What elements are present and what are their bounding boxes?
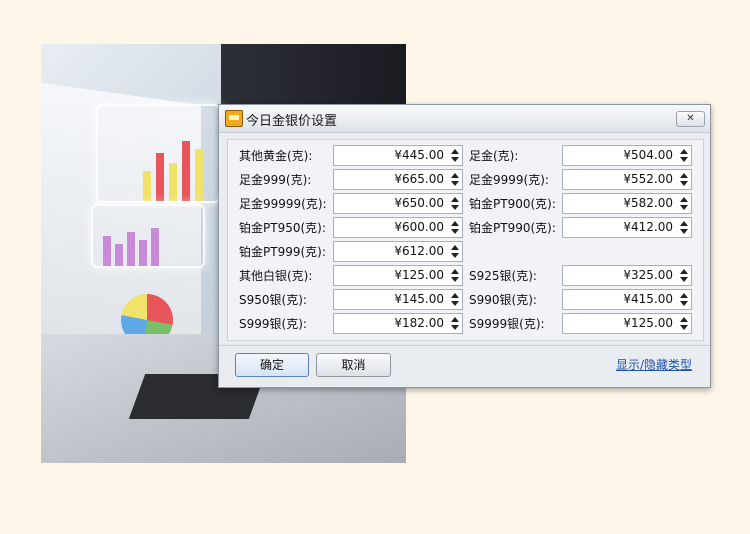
dialog-title: 今日金银价设置	[246, 114, 338, 129]
price-value: ¥125.00	[623, 316, 673, 330]
field-label: 铂金PT900(克):	[469, 197, 556, 211]
price-value: ¥182.00	[394, 316, 444, 330]
price-spinbox[interactable]: ¥415.00	[562, 289, 692, 310]
spin-arrows-icon[interactable]	[450, 243, 460, 260]
price-value: ¥145.00	[394, 292, 444, 306]
spin-arrows-icon[interactable]	[450, 147, 460, 164]
field-label: 其他黄金(克):	[239, 149, 313, 163]
price-spinbox[interactable]: ¥504.00	[562, 145, 692, 166]
spin-arrows-icon[interactable]	[450, 219, 460, 236]
price-spinbox[interactable]: ¥650.00	[333, 193, 463, 214]
spin-arrows-icon[interactable]	[679, 171, 689, 188]
field-label: 铂金PT990(克):	[469, 221, 556, 235]
price-spinbox[interactable]: ¥125.00	[562, 313, 692, 334]
price-spinbox[interactable]: ¥612.00	[333, 241, 463, 262]
spin-arrows-icon[interactable]	[679, 195, 689, 212]
field-label: 足金9999(克):	[469, 173, 549, 187]
price-value: ¥125.00	[394, 268, 444, 282]
spin-arrows-icon[interactable]	[450, 267, 460, 284]
gold-silver-price-dialog: 今日金银价设置 ✕ 其他黄金(克): ¥445.00 足金(克): ¥504.0…	[218, 104, 711, 388]
price-value: ¥612.00	[394, 244, 444, 258]
field-label: S990银(克):	[469, 293, 537, 307]
price-spinbox[interactable]: ¥445.00	[333, 145, 463, 166]
field-label: S950银(克):	[239, 293, 307, 307]
spin-arrows-icon[interactable]	[679, 267, 689, 284]
field-label: 其他白银(克):	[239, 269, 313, 283]
ok-button[interactable]: 确定	[235, 353, 309, 377]
price-spinbox[interactable]: ¥600.00	[333, 217, 463, 238]
price-value: ¥415.00	[623, 292, 673, 306]
price-value: ¥552.00	[623, 172, 673, 186]
price-value: ¥412.00	[623, 220, 673, 234]
price-spinbox[interactable]: ¥582.00	[562, 193, 692, 214]
price-fields-panel: 其他黄金(克): ¥445.00 足金(克): ¥504.00 足金999(克)…	[227, 139, 704, 341]
field-label: S999银(克):	[239, 317, 307, 331]
field-label: S925银(克):	[469, 269, 537, 283]
field-label: S9999银(克):	[469, 317, 545, 331]
price-value: ¥582.00	[623, 196, 673, 210]
price-spinbox[interactable]: ¥182.00	[333, 313, 463, 334]
price-spinbox[interactable]: ¥552.00	[562, 169, 692, 190]
cancel-button[interactable]: 取消	[316, 353, 391, 377]
field-label: 足金999(克):	[239, 173, 312, 187]
close-button[interactable]: ✕	[676, 111, 705, 127]
spin-arrows-icon[interactable]	[450, 315, 460, 332]
price-spinbox[interactable]: ¥125.00	[333, 265, 463, 286]
field-label: 铂金PT950(克):	[239, 221, 326, 235]
price-value: ¥325.00	[623, 268, 673, 282]
price-spinbox[interactable]: ¥665.00	[333, 169, 463, 190]
spin-arrows-icon[interactable]	[679, 219, 689, 236]
price-value: ¥600.00	[394, 220, 444, 234]
price-value: ¥445.00	[394, 148, 444, 162]
price-spinbox[interactable]: ¥325.00	[562, 265, 692, 286]
spin-arrows-icon[interactable]	[679, 147, 689, 164]
field-label: 足金99999(克):	[239, 197, 327, 211]
field-label: 足金(克):	[469, 149, 519, 163]
price-value: ¥504.00	[623, 148, 673, 162]
dialog-titlebar[interactable]: 今日金银价设置 ✕	[219, 105, 710, 133]
price-spinbox[interactable]: ¥145.00	[333, 289, 463, 310]
footer-divider	[219, 345, 710, 346]
spin-arrows-icon[interactable]	[679, 291, 689, 308]
price-value: ¥665.00	[394, 172, 444, 186]
spin-arrows-icon[interactable]	[450, 195, 460, 212]
hologram-panel-2	[91, 204, 205, 268]
price-value: ¥650.00	[394, 196, 444, 210]
spin-arrows-icon[interactable]	[450, 171, 460, 188]
price-spinbox[interactable]: ¥412.00	[562, 217, 692, 238]
field-label: 铂金PT999(克):	[239, 245, 326, 259]
hologram-panel	[96, 104, 220, 203]
spin-arrows-icon[interactable]	[450, 291, 460, 308]
toggle-types-link[interactable]: 显示/隐藏类型	[616, 356, 692, 373]
spin-arrows-icon[interactable]	[679, 315, 689, 332]
app-icon	[225, 110, 243, 127]
